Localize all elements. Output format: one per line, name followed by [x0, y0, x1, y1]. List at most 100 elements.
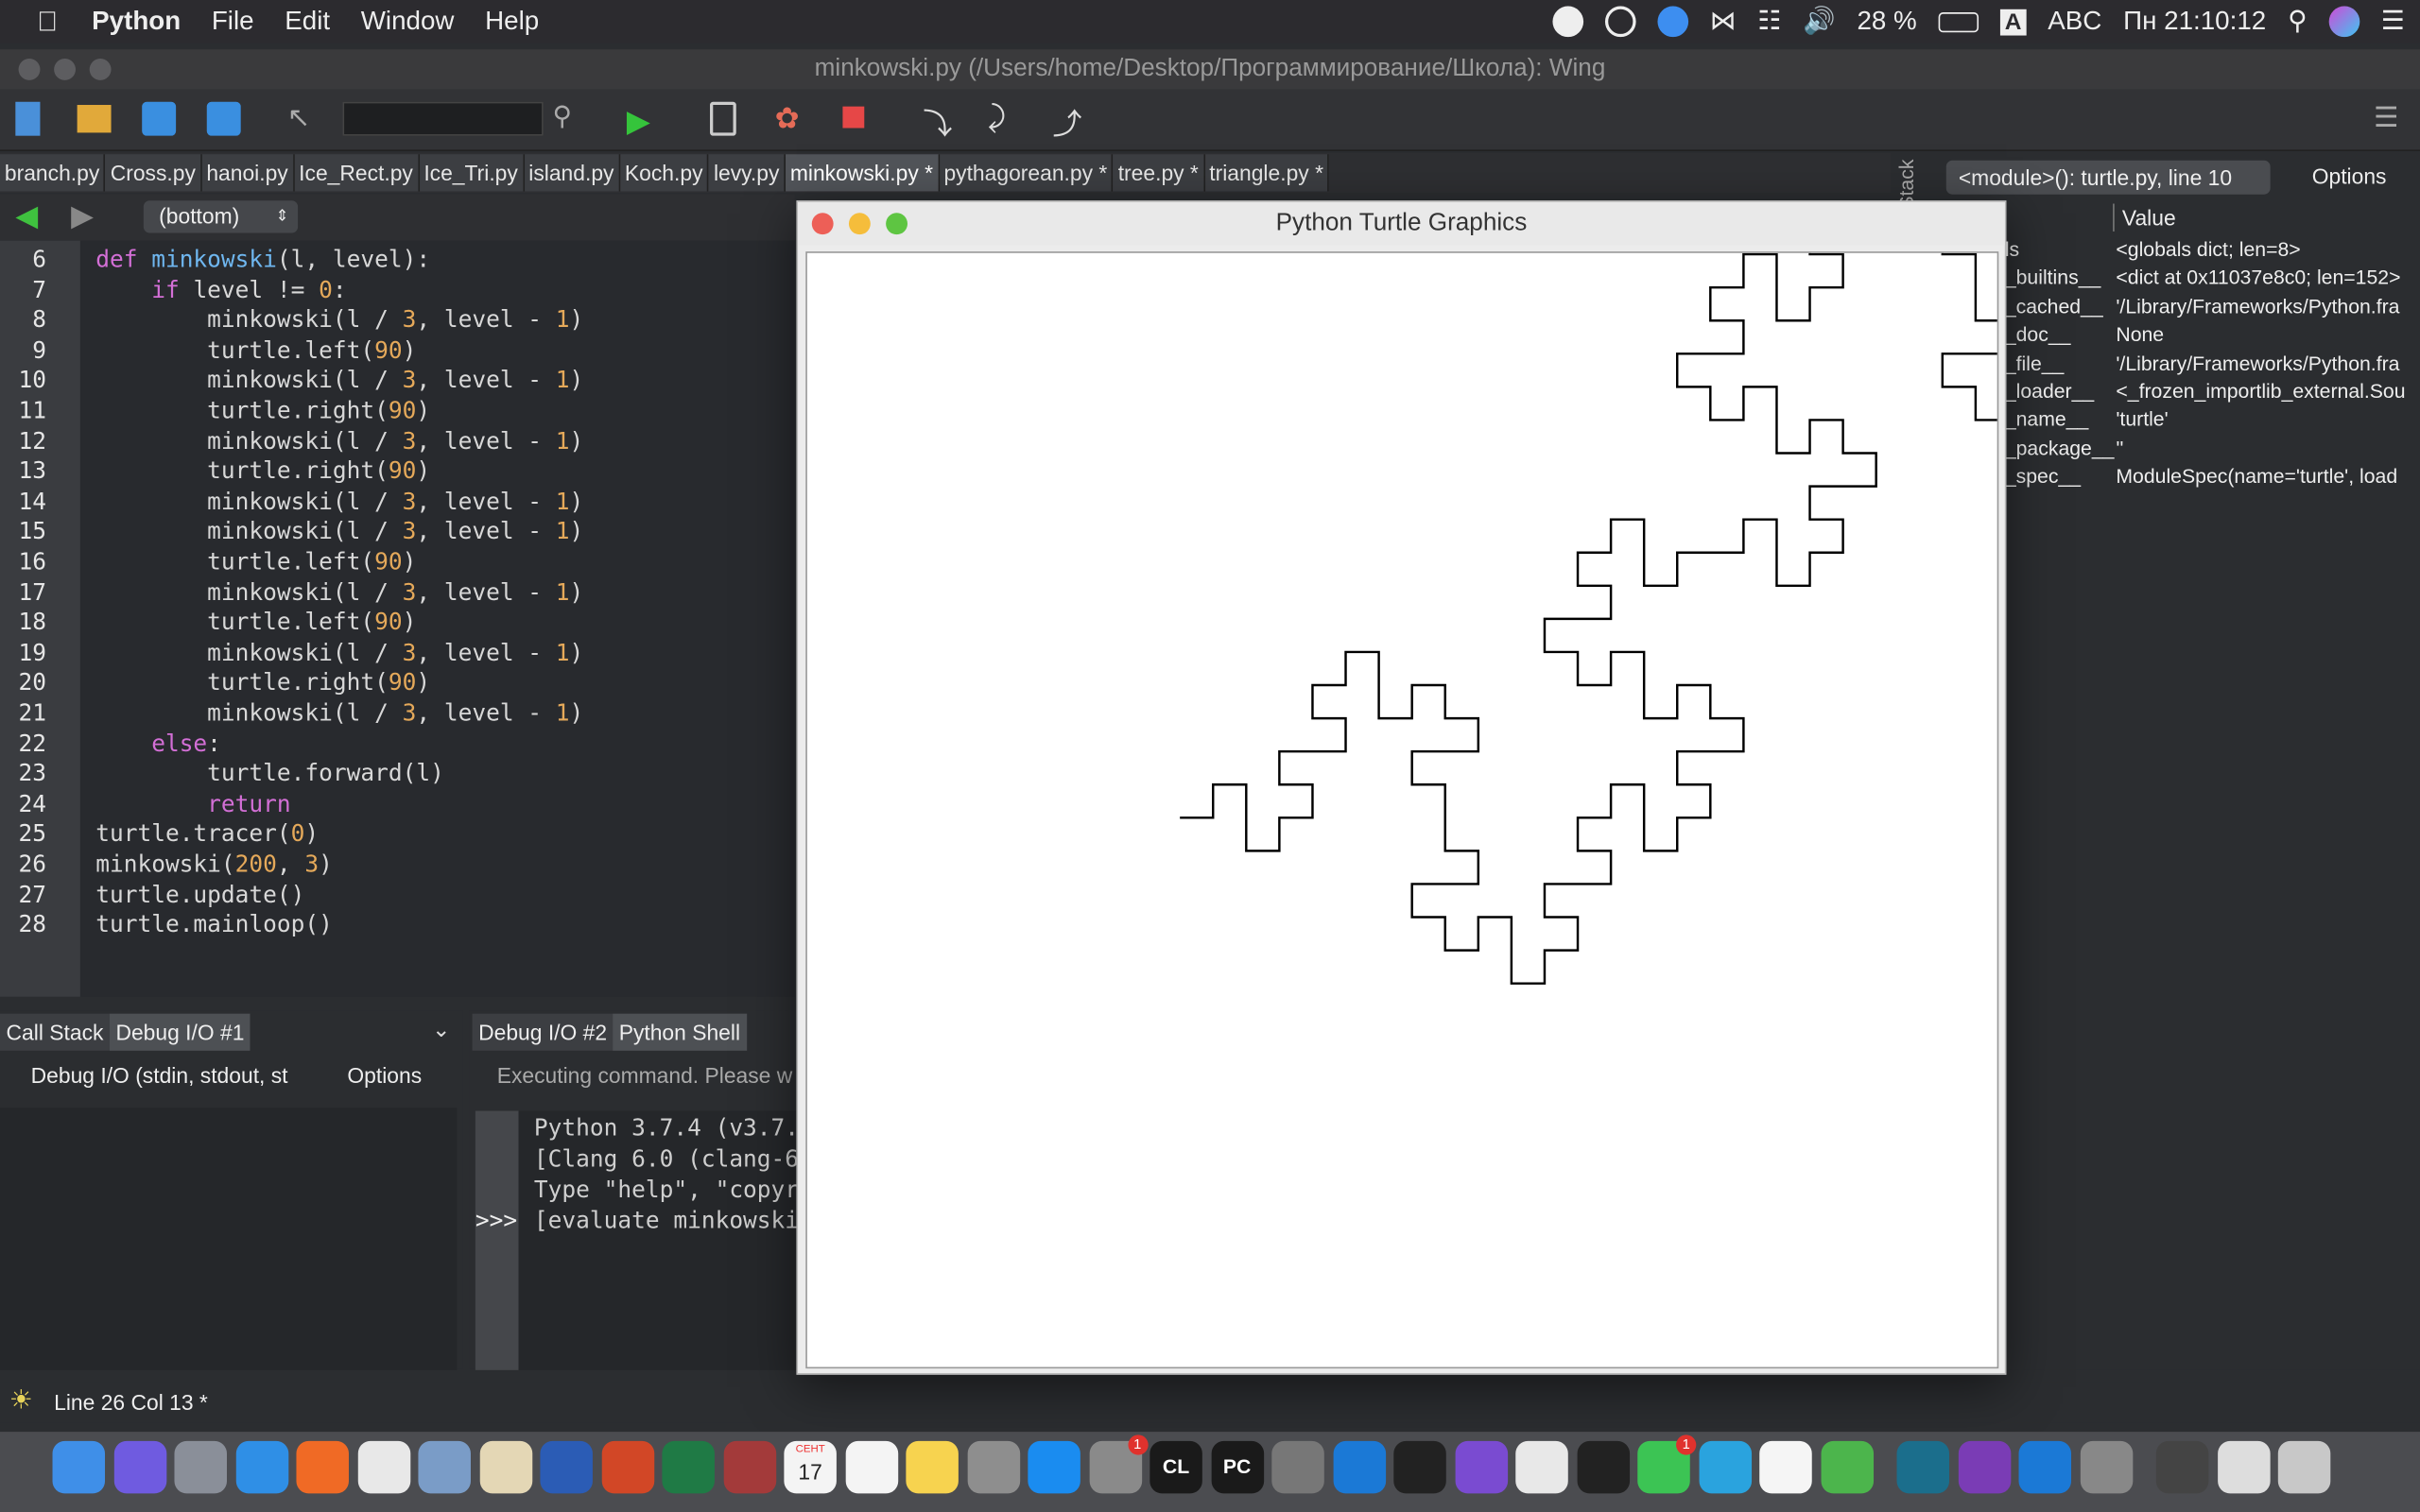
clock[interactable]: Пн 21:10:12 — [2123, 7, 2266, 38]
eset-icon[interactable] — [1896, 1440, 1950, 1494]
preview-doc-icon[interactable] — [2217, 1440, 2270, 1494]
variable-value[interactable]: '/Library/Frameworks/Python.fra — [2116, 352, 2399, 374]
variable-name[interactable]: _doc__ — [2005, 323, 2071, 346]
screenshot-icon[interactable] — [2155, 1440, 2209, 1494]
pointer-select-icon[interactable]: ↖ — [287, 102, 321, 136]
music-icon[interactable] — [1759, 1440, 1812, 1494]
firefox-icon[interactable] — [296, 1440, 349, 1494]
step-out-icon[interactable]: ⤴ — [1052, 102, 1086, 142]
bug-status-icon[interactable]: ☀ — [9, 1385, 33, 1417]
menu-app-name[interactable]: Python — [92, 7, 181, 38]
textedit-icon[interactable] — [1515, 1440, 1568, 1494]
open-folder-icon[interactable] — [77, 105, 112, 133]
tab-file[interactable]: Cross.py — [105, 154, 202, 192]
accessibility-icon[interactable] — [1604, 6, 1636, 38]
code-editor[interactable]: def minkowski(l, level): if level != 0: … — [79, 240, 795, 997]
system-preferences-icon[interactable]: 1 — [1088, 1435, 1148, 1494]
activity-monitor-icon[interactable] — [1576, 1440, 1630, 1494]
zoom-button[interactable] — [89, 59, 112, 80]
siri-icon[interactable] — [112, 1440, 166, 1494]
variable-name[interactable]: _spec__ — [2005, 465, 2081, 488]
safari-icon[interactable] — [234, 1440, 288, 1494]
bluetooth-icon[interactable]: ⋈ — [1710, 7, 1737, 38]
variable-value[interactable]: None — [2116, 323, 2164, 346]
run-icon[interactable]: ▶ — [627, 102, 661, 139]
python-shell-output[interactable]: Python 3.7.4 (v3.7.4 [Clang 6.0 (clang-6… — [518, 1110, 797, 1370]
whatsapp-icon[interactable]: 1 — [1637, 1435, 1697, 1494]
tab-debug-io-1[interactable]: Debug I/O #1 — [109, 1013, 251, 1051]
xcode-icon[interactable] — [1332, 1440, 1386, 1494]
panel-menu-icon[interactable]: ☰ — [2374, 102, 2408, 136]
tab-debug-io-2[interactable]: Debug I/O #2 — [472, 1013, 614, 1051]
toolbar-search-input[interactable] — [342, 101, 544, 136]
onenote-icon[interactable] — [1958, 1440, 2011, 1494]
chevron-down-icon[interactable]: ⌄ — [432, 1017, 450, 1043]
tab-file[interactable]: Ice_Tri.py — [419, 154, 525, 192]
search-icon[interactable]: ⚲ — [552, 102, 586, 136]
stack-frame-select[interactable]: <module>(): turtle.py, line 10 — [1945, 160, 2271, 195]
menu-help[interactable]: Help — [485, 7, 539, 38]
terminal-icon[interactable] — [1393, 1440, 1446, 1494]
save-all-icon[interactable] — [206, 101, 241, 136]
notes-icon[interactable] — [906, 1440, 959, 1494]
tab-call-stack[interactable]: Call Stack — [0, 1013, 110, 1051]
trash-icon[interactable] — [2277, 1440, 2331, 1494]
excel-icon[interactable] — [662, 1440, 715, 1494]
variable-value[interactable]: <dict at 0x11037e8c0; len=152> — [2116, 266, 2400, 288]
input-source-icon[interactable]: A — [1999, 8, 2027, 35]
variable-value[interactable]: <_frozen_importlib_external.Sou — [2116, 380, 2405, 403]
tab-file[interactable]: hanoi.py — [201, 154, 295, 192]
tab-file[interactable]: island.py — [524, 154, 621, 192]
battery-icon[interactable] — [1938, 11, 1979, 32]
wifi-icon[interactable]: ☷ — [1757, 7, 1781, 38]
rocket-icon[interactable] — [2080, 1440, 2133, 1494]
tab-file[interactable]: pythagorean.py * — [939, 154, 1114, 192]
variable-name[interactable]: _name__ — [2005, 408, 2089, 431]
menu-edit[interactable]: Edit — [285, 7, 330, 38]
step-over-icon[interactable]: ⤸ — [988, 102, 1022, 136]
app-store-icon[interactable] — [1028, 1440, 1080, 1494]
spotlight-search-icon[interactable]: ⚲ — [2288, 7, 2307, 38]
variable-value[interactable]: 'turtle' — [2116, 408, 2168, 431]
tab-file[interactable]: Koch.py — [620, 154, 710, 192]
tab-file[interactable]: branch.py — [0, 154, 106, 192]
minimize-button[interactable] — [54, 59, 76, 80]
telegram-icon[interactable] — [1698, 1440, 1752, 1494]
notification-center-icon[interactable]: ☰ — [2381, 7, 2405, 38]
stop-icon[interactable] — [842, 106, 865, 129]
new-file-icon[interactable] — [15, 101, 41, 136]
column-divider[interactable] — [2113, 203, 2115, 232]
debug-io-output[interactable] — [0, 1108, 458, 1370]
step-into-icon[interactable]: ⤵ — [923, 102, 957, 142]
variable-name[interactable]: ls — [2005, 237, 2019, 260]
tab-file[interactable]: levy.py — [709, 154, 786, 192]
scripts-icon[interactable] — [478, 1440, 532, 1494]
scope-select[interactable]: (bottom) ⇕ — [143, 200, 299, 233]
variable-name[interactable]: _loader__ — [2005, 380, 2094, 403]
maps-icon[interactable] — [1820, 1440, 1874, 1494]
calendar-icon[interactable]: 17 СЕНТ — [784, 1440, 837, 1494]
save-icon[interactable] — [142, 101, 177, 136]
variable-name[interactable]: _builtins__ — [2005, 266, 2100, 288]
tab-file[interactable]: Ice_Rect.py — [294, 154, 420, 192]
feather-icon[interactable] — [1271, 1440, 1324, 1494]
word-icon[interactable] — [540, 1440, 593, 1494]
telegram-tray-icon[interactable] — [1552, 6, 1583, 38]
back-arrow-icon[interactable]: ◀ — [15, 199, 38, 235]
clion-icon[interactable]: CL — [1150, 1440, 1202, 1494]
battery-percent[interactable]: 28 % — [1857, 7, 1916, 38]
volume-icon[interactable]: 🔊 — [1803, 7, 1836, 38]
close-button[interactable] — [811, 213, 834, 235]
tab-file[interactable]: minkowski.py * — [785, 154, 940, 192]
minimize-button[interactable] — [848, 213, 871, 235]
bug-icon[interactable]: ✿ — [775, 102, 809, 135]
info-icon[interactable] — [1657, 6, 1688, 38]
variable-value[interactable]: <globals dict; len=8> — [2116, 237, 2300, 260]
apple-icon[interactable]:  — [37, 6, 58, 38]
zoom-button[interactable] — [886, 213, 908, 235]
debug-file-icon[interactable] — [710, 101, 736, 136]
variable-name[interactable]: _file__ — [2005, 352, 2065, 374]
onedrive-icon[interactable] — [2018, 1440, 2072, 1494]
finder-icon[interactable] — [52, 1440, 106, 1494]
menu-window[interactable]: Window — [361, 7, 455, 38]
